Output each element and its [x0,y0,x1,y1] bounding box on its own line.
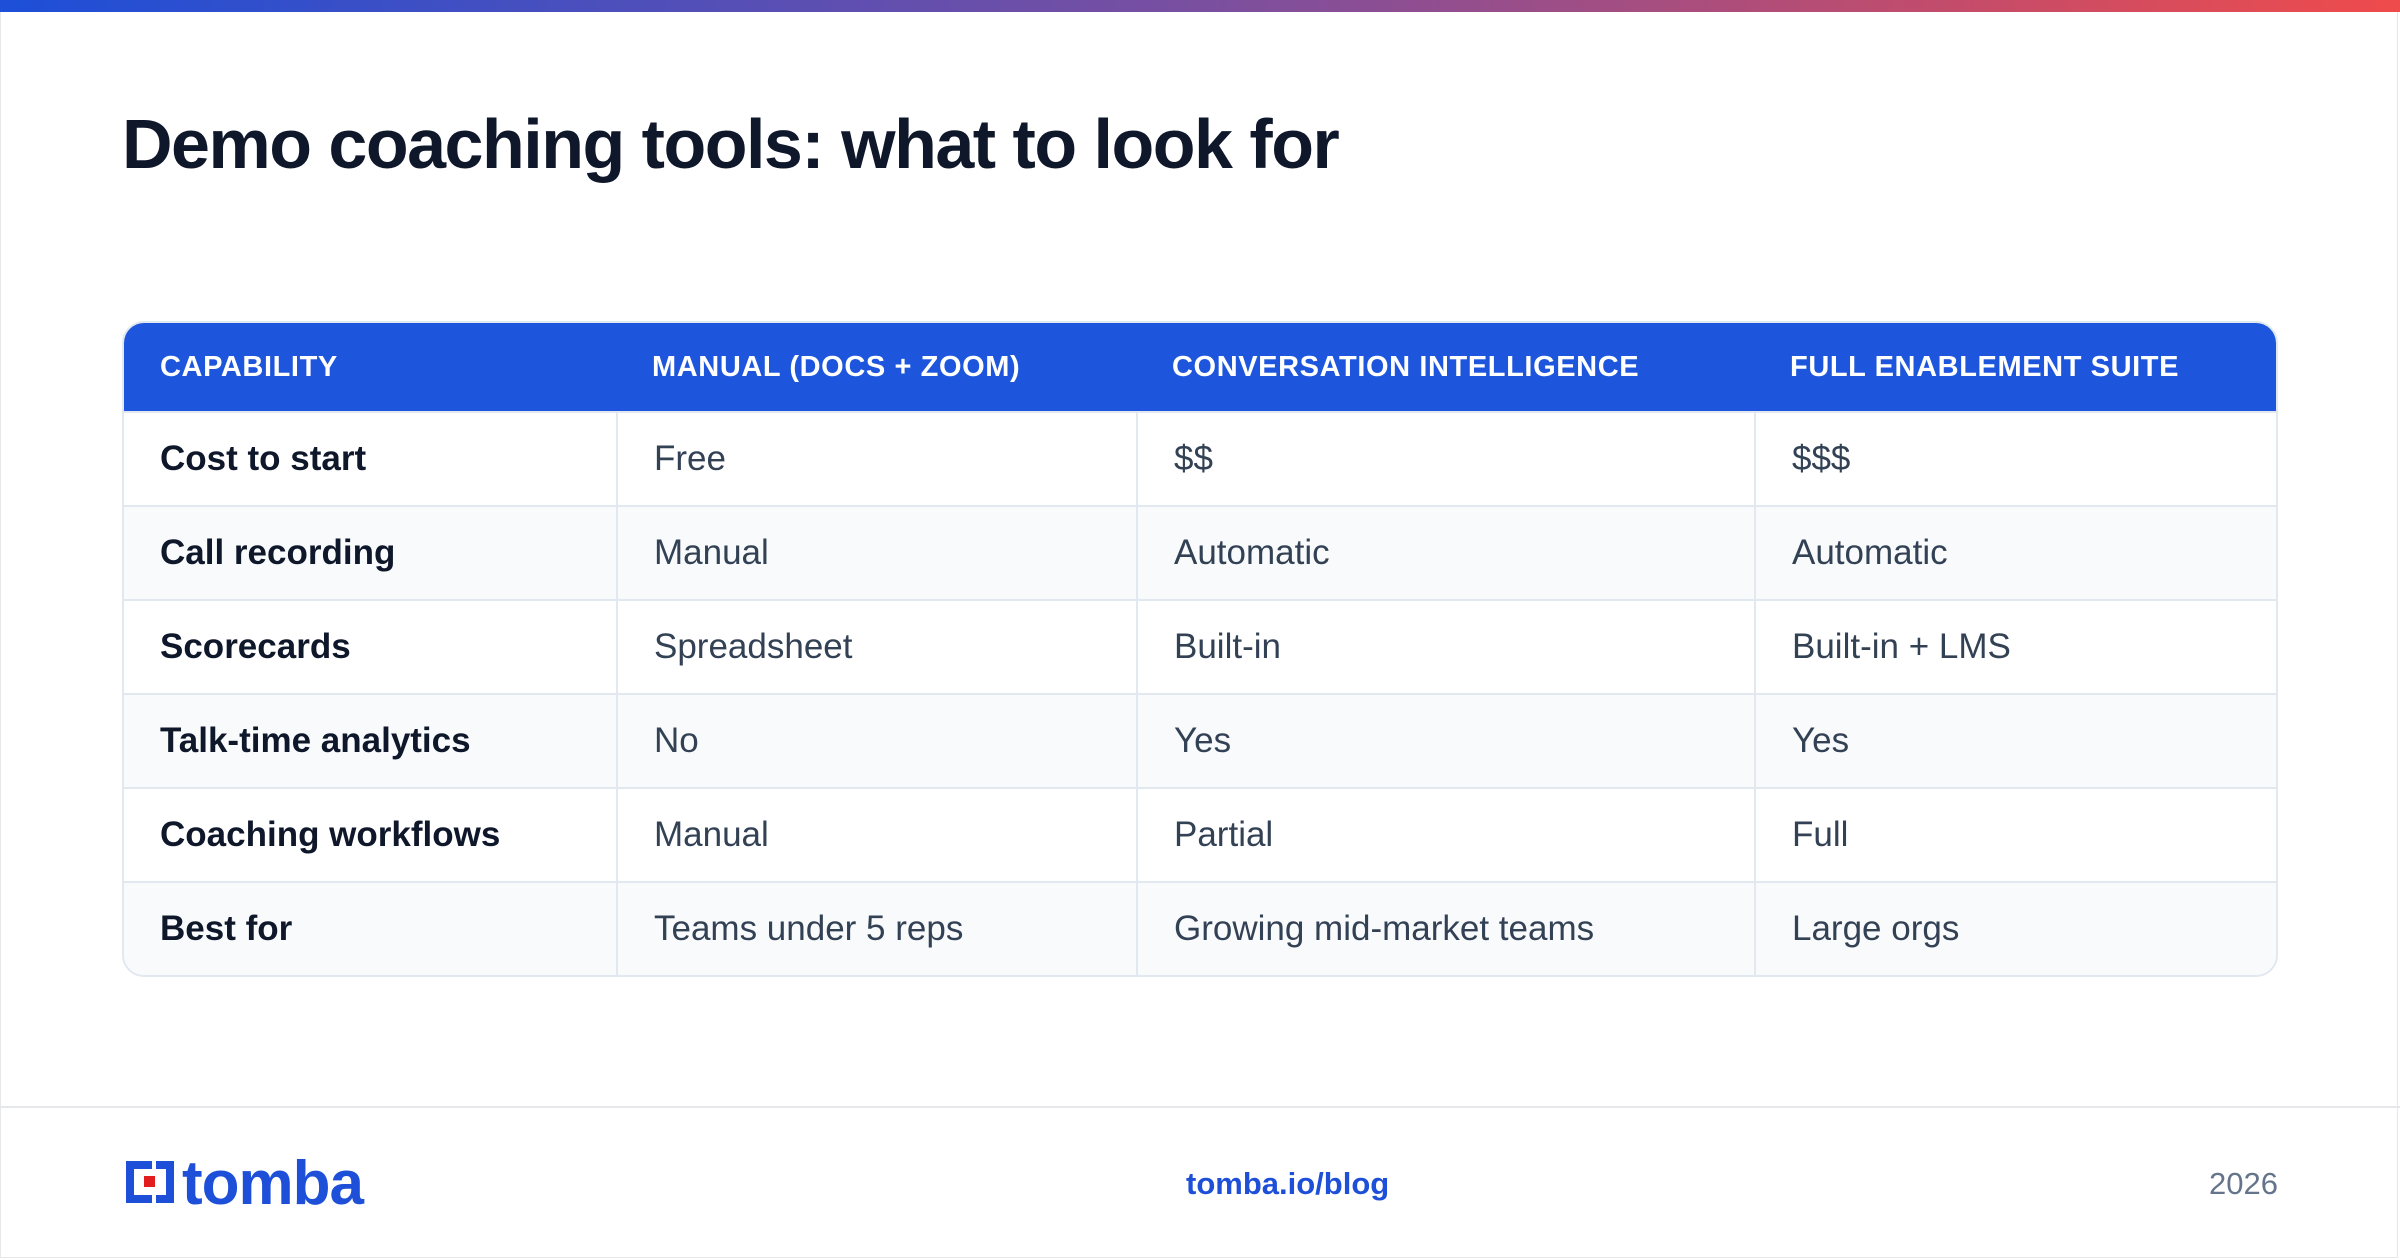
row-label: Cost to start [160,439,367,478]
row-label: Coaching workflows [160,815,501,854]
table-cell: Manual [616,789,1136,881]
table-cell: Automatic [1754,507,2276,599]
comparison-table: CAPABILITY MANUAL (DOCS + ZOOM) CONVERSA… [122,321,2278,977]
column-header-conversation-intelligence: CONVERSATION INTELLIGENCE [1172,350,1640,383]
row-label: Call recording [160,533,396,572]
table-cell: Partial [1136,789,1754,881]
table-cell: No [616,695,1136,787]
table-cell: Automatic [1136,507,1754,599]
footer-divider [0,1106,2400,1108]
table-cell: Built-in [1136,601,1754,693]
logo-wordmark: tomba [182,1149,364,1218]
footer-year: 2026 [2209,1166,2278,1201]
table-row: Talk-time analytics No Yes Yes [124,693,2276,787]
table-cell: Manual [616,507,1136,599]
table-cell: Built-in + LMS [1754,601,2276,693]
table-cell: Teams under 5 reps [616,883,1136,975]
table-cell: $$$ [1754,413,2276,505]
table-cell: Free [616,413,1136,505]
tomba-logo[interactable]: tomba [122,1149,364,1218]
table-row: Scorecards Spreadsheet Built-in Built-in… [124,599,2276,693]
table-cell: Spreadsheet [616,601,1136,693]
table-cell: Large orgs [1754,883,2276,975]
table-row: Coaching workflows Manual Partial Full [124,787,2276,881]
table-cell: Yes [1754,695,2276,787]
column-header-full-enablement-suite: FULL ENABLEMENT SUITE [1790,350,2180,383]
table-header-row: CAPABILITY MANUAL (DOCS + ZOOM) CONVERSA… [124,323,2276,411]
table-cell: Yes [1136,695,1754,787]
page-title: Demo coaching tools: what to look for [122,105,1340,183]
row-label: Best for [160,909,293,948]
column-header-manual: MANUAL (DOCS + ZOOM) [652,350,1021,383]
row-label: Talk-time analytics [160,721,471,760]
blog-link[interactable]: tomba.io/blog [1186,1166,1389,1202]
table-row: Call recording Manual Automatic Automati… [124,505,2276,599]
gradient-accent-bar [0,0,2400,12]
table-cell: Full [1754,789,2276,881]
row-label: Scorecards [160,627,351,666]
column-header-capability: CAPABILITY [160,350,338,383]
table-row: Cost to start Free $$ $$$ [124,411,2276,505]
table-cell: $$ [1136,413,1754,505]
tomba-bracket-icon [122,1157,178,1212]
table-cell: Growing mid-market teams [1136,883,1754,975]
table-row: Best for Teams under 5 reps Growing mid-… [124,881,2276,975]
